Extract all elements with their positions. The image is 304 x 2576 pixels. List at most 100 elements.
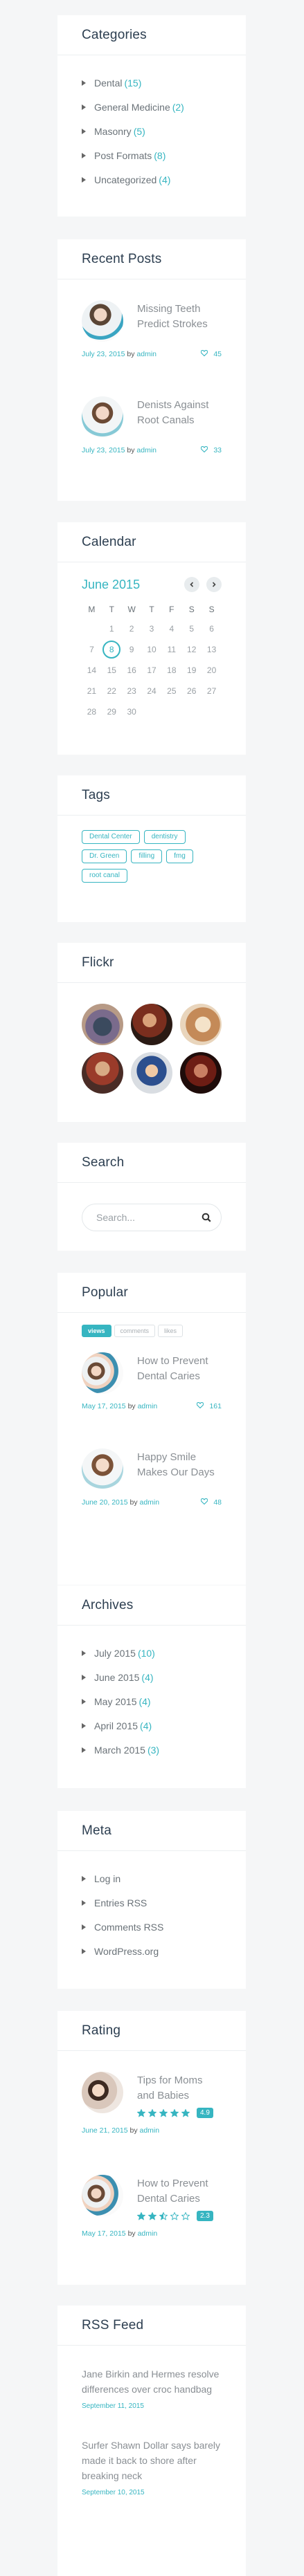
recent-post-item[interactable]: Denists Against Root Canals July 23, 201… bbox=[82, 396, 222, 454]
post-thumbnail[interactable] bbox=[82, 2072, 123, 2113]
archive-item-march-2015[interactable]: March 2015 (3) bbox=[82, 1738, 222, 1762]
calendar-day[interactable]: 28 bbox=[82, 701, 102, 722]
flickr-photo[interactable] bbox=[180, 1052, 222, 1094]
recent-post-item[interactable]: Missing Teeth Predict Strokes July 23, 2… bbox=[82, 300, 222, 358]
tab-likes[interactable]: likes bbox=[158, 1325, 184, 1337]
search-placeholder: Search... bbox=[96, 1212, 136, 1223]
calendar-day[interactable]: 5 bbox=[181, 618, 202, 639]
post-title-link[interactable]: How to Prevent Dental Caries bbox=[137, 2176, 222, 2207]
post-title-link[interactable]: Happy Smile Makes Our Days bbox=[137, 1450, 222, 1480]
rss-item[interactable]: Surfer Shawn Dollar says barely made it … bbox=[82, 2438, 222, 2496]
rss-item-title[interactable]: Surfer Shawn Dollar says barely made it … bbox=[82, 2438, 222, 2483]
category-item-post-formats[interactable]: Post Formats (8) bbox=[82, 143, 222, 167]
calendar-day[interactable]: 6 bbox=[202, 618, 222, 639]
archive-item-april-2015[interactable]: April 2015 (4) bbox=[82, 1713, 222, 1738]
author-link[interactable]: admin bbox=[136, 350, 157, 358]
post-thumbnail[interactable] bbox=[82, 300, 123, 342]
tag-dentistry[interactable]: dentistry bbox=[143, 830, 186, 844]
likes-counter[interactable]: 161 bbox=[197, 1402, 222, 1410]
rss-item[interactable]: Jane Birkin and Hermes resolve differenc… bbox=[82, 2366, 222, 2410]
flickr-photo[interactable] bbox=[82, 1004, 123, 1045]
calendar-day[interactable]: 17 bbox=[142, 660, 162, 681]
post-title-link[interactable]: How to Prevent Dental Caries bbox=[137, 1354, 222, 1384]
post-thumbnail[interactable] bbox=[82, 396, 123, 438]
category-item-masonry[interactable]: Masonry (5) bbox=[82, 119, 222, 143]
search-icon[interactable] bbox=[202, 1213, 211, 1222]
calendar-day[interactable]: 25 bbox=[161, 681, 181, 701]
calendar-day[interactable]: 27 bbox=[202, 681, 222, 701]
tag-root-canal[interactable]: root canal bbox=[82, 869, 127, 883]
author-link[interactable]: admin bbox=[136, 446, 157, 454]
meta-item-wordpress-org[interactable]: WordPress.org bbox=[82, 1939, 222, 1963]
calendar-day[interactable]: 18 bbox=[161, 660, 181, 681]
calendar-day[interactable]: 26 bbox=[181, 681, 202, 701]
calendar-day[interactable]: 24 bbox=[142, 681, 162, 701]
calendar-day[interactable]: 22 bbox=[102, 681, 122, 701]
calendar-day[interactable]: 14 bbox=[82, 660, 102, 681]
prev-month-button[interactable] bbox=[184, 577, 199, 592]
calendar-day[interactable]: 19 bbox=[181, 660, 202, 681]
calendar-day[interactable]: 21 bbox=[82, 681, 102, 701]
likes-counter[interactable]: 48 bbox=[201, 1498, 222, 1507]
calendar-day[interactable]: 3 bbox=[142, 618, 162, 639]
next-month-button[interactable] bbox=[206, 577, 222, 592]
tab-comments[interactable]: comments bbox=[114, 1325, 156, 1337]
tag-dr-green[interactable]: Dr. Green bbox=[82, 849, 127, 863]
calendar-day[interactable]: 4 bbox=[161, 618, 181, 639]
post-thumbnail[interactable] bbox=[82, 2175, 123, 2216]
flickr-photo[interactable] bbox=[180, 1004, 222, 1045]
post-title-link[interactable]: Tips for Moms and Babies bbox=[137, 2073, 222, 2104]
category-item-uncategorized[interactable]: Uncategorized (4) bbox=[82, 167, 222, 192]
search-input[interactable]: Search... bbox=[82, 1204, 222, 1231]
calendar-day[interactable]: 12 bbox=[181, 639, 202, 660]
author-link[interactable]: admin bbox=[138, 1402, 158, 1410]
rating-post-item[interactable]: Tips for Moms and Babies 4.9 June 21, 20… bbox=[82, 2072, 222, 2135]
post-thumbnail[interactable] bbox=[82, 1448, 123, 1490]
calendar-day-name: F bbox=[169, 605, 175, 614]
archive-item-june-2015[interactable]: June 2015 (4) bbox=[82, 1665, 222, 1689]
calendar-day[interactable]: 15 bbox=[102, 660, 122, 681]
calendar-day[interactable]: 8 bbox=[102, 639, 122, 660]
calendar-day[interactable]: 20 bbox=[202, 660, 222, 681]
calendar-day[interactable]: 1 bbox=[102, 618, 122, 639]
post-title-link[interactable]: Denists Against Root Canals bbox=[137, 398, 222, 428]
flickr-photo[interactable] bbox=[131, 1004, 172, 1045]
flickr-photo[interactable] bbox=[82, 1052, 123, 1094]
tag-fmg[interactable]: fmg bbox=[166, 849, 193, 863]
star-filled-icon bbox=[181, 2108, 190, 2117]
calendar-day[interactable]: 16 bbox=[122, 660, 142, 681]
rating-post-item[interactable]: How to Prevent Dental Caries 2.3 May 17,… bbox=[82, 2175, 222, 2238]
meta-item-entries-rss[interactable]: Entries RSS bbox=[82, 1890, 222, 1915]
calendar-day[interactable]: 23 bbox=[122, 681, 142, 701]
popular-post-item[interactable]: Happy Smile Makes Our Days June 20, 2015… bbox=[82, 1448, 222, 1507]
post-thumbnail[interactable] bbox=[82, 1352, 123, 1394]
calendar-day[interactable]: 10 bbox=[142, 639, 162, 660]
category-item-dental[interactable]: Dental (15) bbox=[82, 71, 222, 95]
archive-item-may-2015[interactable]: May 2015 (4) bbox=[82, 1689, 222, 1713]
author-link[interactable]: admin bbox=[138, 2229, 158, 2238]
archive-item-july-2015[interactable]: July 2015 (10) bbox=[82, 1641, 222, 1665]
calendar-day[interactable]: 29 bbox=[102, 701, 122, 722]
calendar-day[interactable]: 13 bbox=[202, 639, 222, 660]
tab-views[interactable]: views bbox=[82, 1325, 111, 1337]
calendar-day[interactable]: 11 bbox=[161, 639, 181, 660]
tag-filling[interactable]: filling bbox=[131, 849, 163, 863]
calendar-today[interactable]: 8 bbox=[102, 641, 121, 659]
calendar-day[interactable]: 7 bbox=[82, 639, 102, 660]
likes-counter[interactable]: 33 bbox=[201, 446, 222, 454]
likes-counter[interactable]: 45 bbox=[201, 350, 222, 358]
rss-item-title[interactable]: Jane Birkin and Hermes resolve differenc… bbox=[82, 2366, 222, 2397]
category-item-general-medicine[interactable]: General Medicine (2) bbox=[82, 95, 222, 119]
meta-item-log-in[interactable]: Log in bbox=[82, 1866, 222, 1890]
post-title-link[interactable]: Missing Teeth Predict Strokes bbox=[137, 302, 222, 332]
tag-dental-center[interactable]: Dental Center bbox=[82, 830, 140, 844]
popular-post-item[interactable]: How to Prevent Dental Caries May 17, 201… bbox=[82, 1352, 222, 1410]
caret-right-icon bbox=[82, 1924, 86, 1930]
flickr-photo[interactable] bbox=[131, 1052, 172, 1094]
author-link[interactable]: admin bbox=[140, 1498, 160, 1507]
calendar-day[interactable]: 30 bbox=[122, 701, 142, 722]
author-link[interactable]: admin bbox=[140, 2126, 160, 2135]
meta-item-comments-rss[interactable]: Comments RSS bbox=[82, 1915, 222, 1939]
calendar-day[interactable]: 9 bbox=[122, 639, 142, 660]
calendar-day[interactable]: 2 bbox=[122, 618, 142, 639]
